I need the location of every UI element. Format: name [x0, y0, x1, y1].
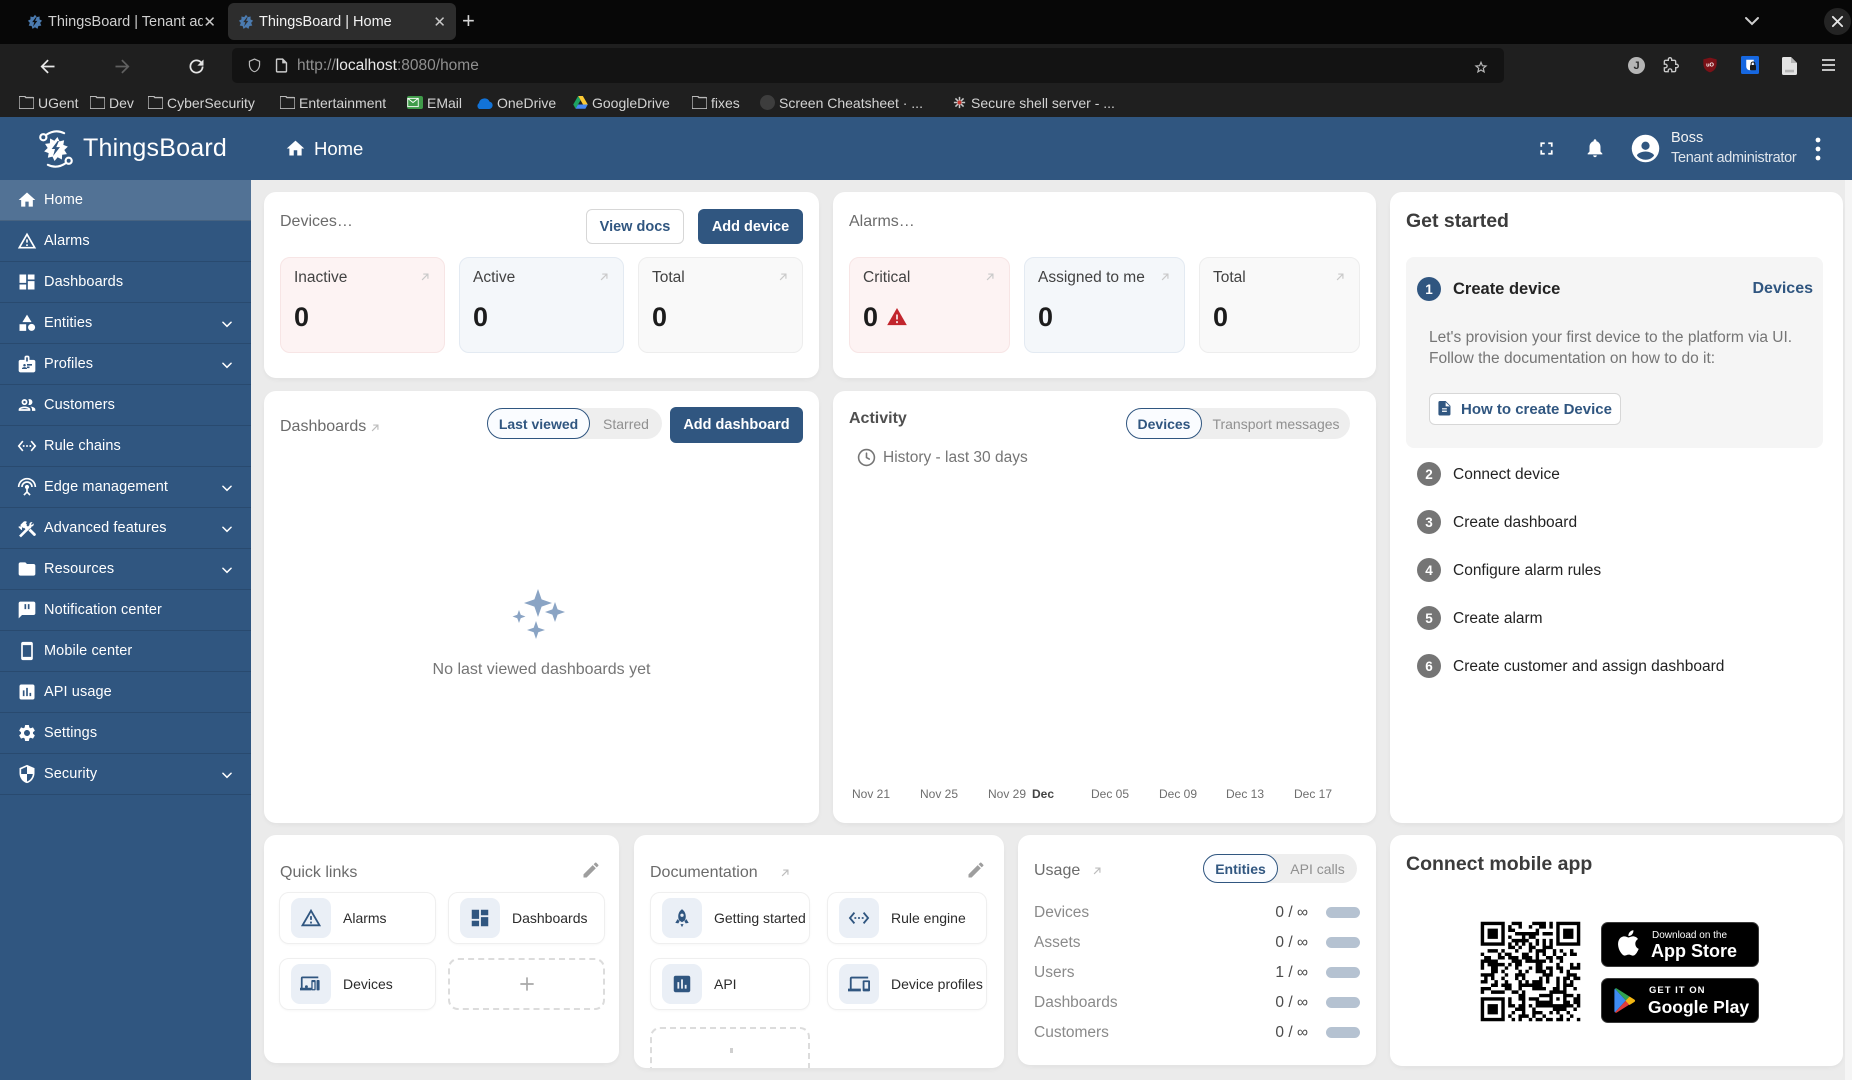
svg-text:GET IT ON: GET IT ON: [1649, 985, 1706, 996]
svg-text:Download on the: Download on the: [1652, 930, 1727, 941]
svg-text:App Store: App Store: [1651, 941, 1737, 961]
svg-text:uO: uO: [1706, 63, 1714, 69]
svg-text:Google Play: Google Play: [1648, 997, 1749, 1017]
